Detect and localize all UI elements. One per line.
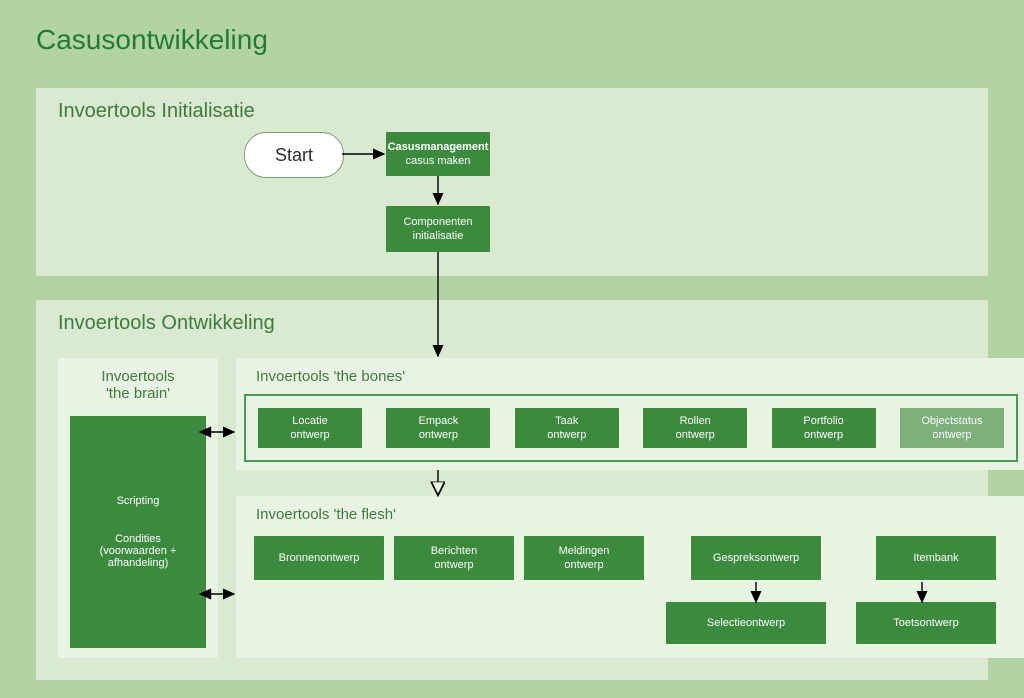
brain-title: Invoertools 'the brain': [58, 358, 218, 412]
flesh-node-2: Meldingenontwerp: [524, 536, 644, 580]
bones-node-5-l1: Objectstatus: [921, 414, 982, 428]
flesh-node2-1-l1: Toetsontwerp: [893, 616, 958, 630]
bones-node-4: Portfolioontwerp: [772, 408, 876, 448]
bones-node-1: Empackontwerp: [386, 408, 490, 448]
bones-node-0-l1: Locatie: [292, 414, 327, 428]
bones-node-3: Rollenontwerp: [643, 408, 747, 448]
subpanel-brain: Invoertools 'the brain' Scripting Condit…: [58, 358, 218, 658]
flesh-node-1: Berichtenontwerp: [394, 536, 514, 580]
start-label: Start: [275, 145, 313, 166]
panel-init-title: Invoertools Initialisatie: [58, 100, 255, 123]
flesh-node-2-l2: ontwerp: [564, 558, 603, 572]
casusmgmt-l1: Casusmanagement: [388, 140, 489, 154]
componenten-l2: initialisatie: [413, 229, 464, 243]
bones-node-3-l1: Rollen: [680, 414, 711, 428]
brain-condities: Condities (voorwaarden + afhandeling): [100, 533, 177, 569]
casusmgmt-l2: casus maken: [406, 154, 471, 168]
brain-title-l1: Invoertools: [101, 368, 174, 385]
componenten-l1: Componenten: [403, 215, 472, 229]
bones-node-5-l2: ontwerp: [932, 428, 971, 442]
flesh-node-0-l1: Bronnenontwerp: [279, 551, 360, 565]
bones-node-2: Taakontwerp: [515, 408, 619, 448]
flesh-row1: BronnenontwerpBerichtenontwerpMeldingeno…: [236, 496, 1024, 658]
panel-initialisatie: Invoertools Initialisatie: [36, 88, 988, 276]
bones-node-2-l2: ontwerp: [547, 428, 586, 442]
flesh-node-3-l1: Gespreksontwerp: [713, 551, 799, 565]
flesh-node-0: Bronnenontwerp: [254, 536, 384, 580]
bones-node-5: Objectstatusontwerp: [900, 408, 1004, 448]
flesh-node2-0: Selectieontwerp: [666, 602, 826, 644]
bones-node-1-l2: ontwerp: [419, 428, 458, 442]
brain-block: Scripting Condities (voorwaarden + afhan…: [70, 416, 206, 648]
panel-dev-title: Invoertools Ontwikkeling: [58, 312, 275, 335]
flesh-node-3: Gespreksontwerp: [691, 536, 821, 580]
bones-node-4-l1: Portfolio: [803, 414, 843, 428]
flesh-node2-1: Toetsontwerp: [856, 602, 996, 644]
page-title: Casusontwikkeling: [36, 24, 268, 56]
subpanel-bones: Invoertools 'the bones' LocatieontwerpEm…: [236, 358, 1024, 470]
flesh-node-4-l1: Itembank: [913, 551, 958, 565]
bones-node-2-l1: Taak: [555, 414, 578, 428]
flesh-node-2-l1: Meldingen: [559, 544, 610, 558]
flesh-node-1-l2: ontwerp: [434, 558, 473, 572]
bones-title: Invoertools 'the bones': [236, 358, 1024, 385]
bones-node-0: Locatieontwerp: [258, 408, 362, 448]
bones-node-1-l1: Empack: [419, 414, 459, 428]
bones-row: LocatieontwerpEmpackontwerpTaakontwerpRo…: [244, 394, 1018, 462]
node-casusmanagement: Casusmanagement casus maken: [386, 132, 490, 176]
flesh-node-1-l1: Berichten: [431, 544, 477, 558]
bones-node-3-l2: ontwerp: [676, 428, 715, 442]
node-componenten: Componenten initialisatie: [386, 206, 490, 252]
brain-cond-l2: (voorwaarden +: [100, 545, 177, 557]
subpanel-flesh: Invoertools 'the flesh' BronnenontwerpBe…: [236, 496, 1024, 658]
brain-cond-l1: Condities: [115, 533, 161, 545]
flesh-node2-0-l1: Selectieontwerp: [707, 616, 785, 630]
bones-node-0-l2: ontwerp: [290, 428, 329, 442]
brain-scripting: Scripting: [117, 495, 160, 507]
brain-cond-l3: afhandeling): [108, 557, 169, 569]
bones-node-4-l2: ontwerp: [804, 428, 843, 442]
brain-title-l2: 'the brain': [106, 385, 170, 402]
flesh-node-4: Itembank: [876, 536, 996, 580]
start-node: Start: [244, 132, 344, 178]
panel-ontwikkeling: Invoertools Ontwikkeling Invoertools 'th…: [36, 300, 988, 680]
